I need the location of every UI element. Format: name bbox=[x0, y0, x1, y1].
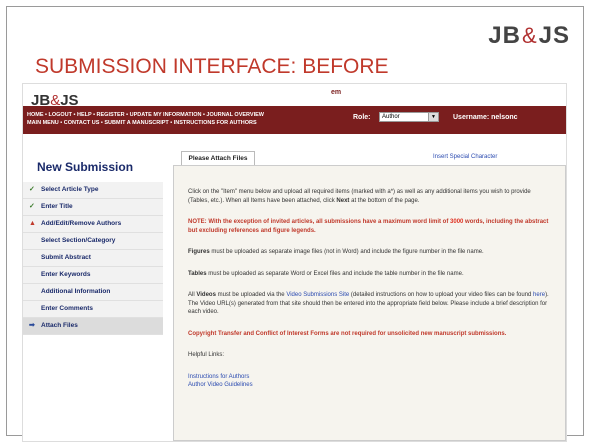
sidebar-item-label: Enter Comments bbox=[41, 305, 94, 312]
screenshot-panel: JB&JS em Editorial Manager HOME • LOGOUT •… bbox=[22, 83, 567, 442]
nav-links[interactable]: HOME • LOGOUT • HELP • REGISTER • UPDATE… bbox=[27, 111, 327, 127]
video-submissions-link[interactable]: Video Submissions Site bbox=[286, 292, 349, 298]
slide-title: SUBMISSION INTERFACE: BEFORE bbox=[35, 55, 389, 78]
role-label: Role: bbox=[353, 114, 371, 121]
intro-paragraph: Click on the "Item" menu below and uploa… bbox=[188, 188, 553, 205]
here-link[interactable]: here bbox=[533, 292, 545, 298]
sidebar-item-label: Add/Edit/Remove Authors bbox=[41, 220, 122, 227]
nav-line1[interactable]: HOME • LOGOUT • HELP • REGISTER • UPDATE… bbox=[27, 111, 327, 119]
instructions-for-authors-link[interactable]: Instructions for Authors bbox=[188, 373, 553, 382]
header: JB&JS em Editorial Manager HOME • LOGOUT •… bbox=[23, 84, 566, 134]
helpful-links-label: Helpful Links: bbox=[188, 352, 225, 358]
videos-text-a: All bbox=[188, 292, 195, 298]
sidebar-item-label: Attach Files bbox=[41, 322, 78, 329]
sidebar-item-attach-files[interactable]: ➡ Attach Files bbox=[23, 318, 163, 335]
sidebar-item-authors[interactable]: ▲ Add/Edit/Remove Authors bbox=[23, 216, 163, 233]
sidebar-item-label: Select Article Type bbox=[41, 186, 99, 193]
sidebar-item-abstract[interactable]: Submit Abstract bbox=[23, 250, 163, 267]
chevron-down-icon[interactable]: ▼ bbox=[428, 113, 438, 121]
sidebar-item-section[interactable]: Select Section/Category bbox=[23, 233, 163, 250]
small-logo-jb: JB bbox=[31, 92, 51, 109]
username-label: Username: nelsonc bbox=[453, 114, 518, 121]
videos-text-c: must be uploaded via the bbox=[217, 292, 285, 298]
word-limit-value: 3000 bbox=[450, 219, 464, 225]
author-video-guidelines-link[interactable]: Author Video Guidelines bbox=[188, 381, 553, 390]
tab-attach-files[interactable]: Please Attach Files bbox=[181, 151, 255, 166]
sidebar-title: New Submission bbox=[37, 160, 134, 174]
next-keyword: Next bbox=[336, 197, 350, 204]
word-limit-note: NOTE: With the exception of invited arti… bbox=[188, 218, 553, 235]
videos-paragraph: All Videos must be uploaded via the Vide… bbox=[188, 291, 553, 317]
jbjs-logo: JB&JS bbox=[488, 22, 570, 50]
note-text-a: NOTE: With the exception of invited arti… bbox=[188, 219, 449, 225]
warning-icon: ▲ bbox=[29, 220, 36, 227]
nav-line2[interactable]: MAIN MENU • CONTACT US • SUBMIT A MANUSC… bbox=[27, 119, 327, 127]
intro-end: at the bottom of the page. bbox=[351, 197, 420, 204]
sidebar-item-label: Select Section/Category bbox=[41, 237, 116, 244]
tables-paragraph: Tables must be uploaded as separate Word… bbox=[188, 270, 553, 279]
em-line2: Manager bbox=[345, 95, 387, 106]
sidebar-item-keywords[interactable]: Enter Keywords bbox=[23, 267, 163, 284]
sidebar-item-label: Enter Keywords bbox=[41, 271, 91, 278]
sidebar-item-comments[interactable]: Enter Comments bbox=[23, 301, 163, 318]
videos-text-d: (detailed instructions on how to upload … bbox=[350, 292, 532, 298]
sidebar: New Submission ✓ Select Article Type ✓ Ent… bbox=[23, 152, 163, 335]
logo-jb: JB bbox=[488, 22, 521, 49]
sidebar-item-label: Submit Abstract bbox=[41, 254, 91, 261]
insert-special-character-link[interactable]: Insert Special Character bbox=[433, 154, 497, 160]
small-logo-js: JS bbox=[60, 92, 79, 109]
logo-js: JS bbox=[538, 22, 570, 49]
videos-label: Videos bbox=[196, 292, 216, 298]
sidebar-item-select-article-type[interactable]: ✓ Select Article Type bbox=[23, 182, 163, 199]
sidebar-item-label: Additional Information bbox=[41, 288, 111, 295]
arrow-right-icon: ➡ bbox=[29, 322, 35, 329]
jbjs-small-logo: JB&JS bbox=[31, 92, 79, 109]
role-value: Author bbox=[382, 114, 400, 120]
sidebar-item-label: Enter Title bbox=[41, 203, 73, 210]
figures-text: must be uploaded as separate image files… bbox=[211, 249, 484, 255]
role-select[interactable]: Author ▼ bbox=[379, 112, 439, 122]
instructions-panel: Click on the "Item" menu below and uploa… bbox=[173, 165, 566, 441]
figures-paragraph: Figures must be uploaded as separate ima… bbox=[188, 248, 553, 257]
check-icon: ✓ bbox=[29, 203, 35, 210]
tables-text: must be uploaded as separate Word or Exc… bbox=[208, 270, 464, 277]
copyright-note: Copyright Transfer and Conflict of Inter… bbox=[188, 330, 507, 337]
em-badge-icon: em bbox=[329, 86, 343, 100]
sidebar-item-enter-title[interactable]: ✓ Enter Title bbox=[23, 199, 163, 216]
logo-amp: & bbox=[521, 23, 538, 48]
small-logo-amp: & bbox=[50, 92, 61, 109]
sidebar-item-additional[interactable]: Additional Information bbox=[23, 284, 163, 301]
figures-label: Figures bbox=[188, 249, 210, 255]
editorial-manager-logo: em Editorial Manager bbox=[329, 86, 419, 112]
check-icon: ✓ bbox=[29, 186, 35, 193]
tables-label: Tables bbox=[188, 270, 207, 277]
